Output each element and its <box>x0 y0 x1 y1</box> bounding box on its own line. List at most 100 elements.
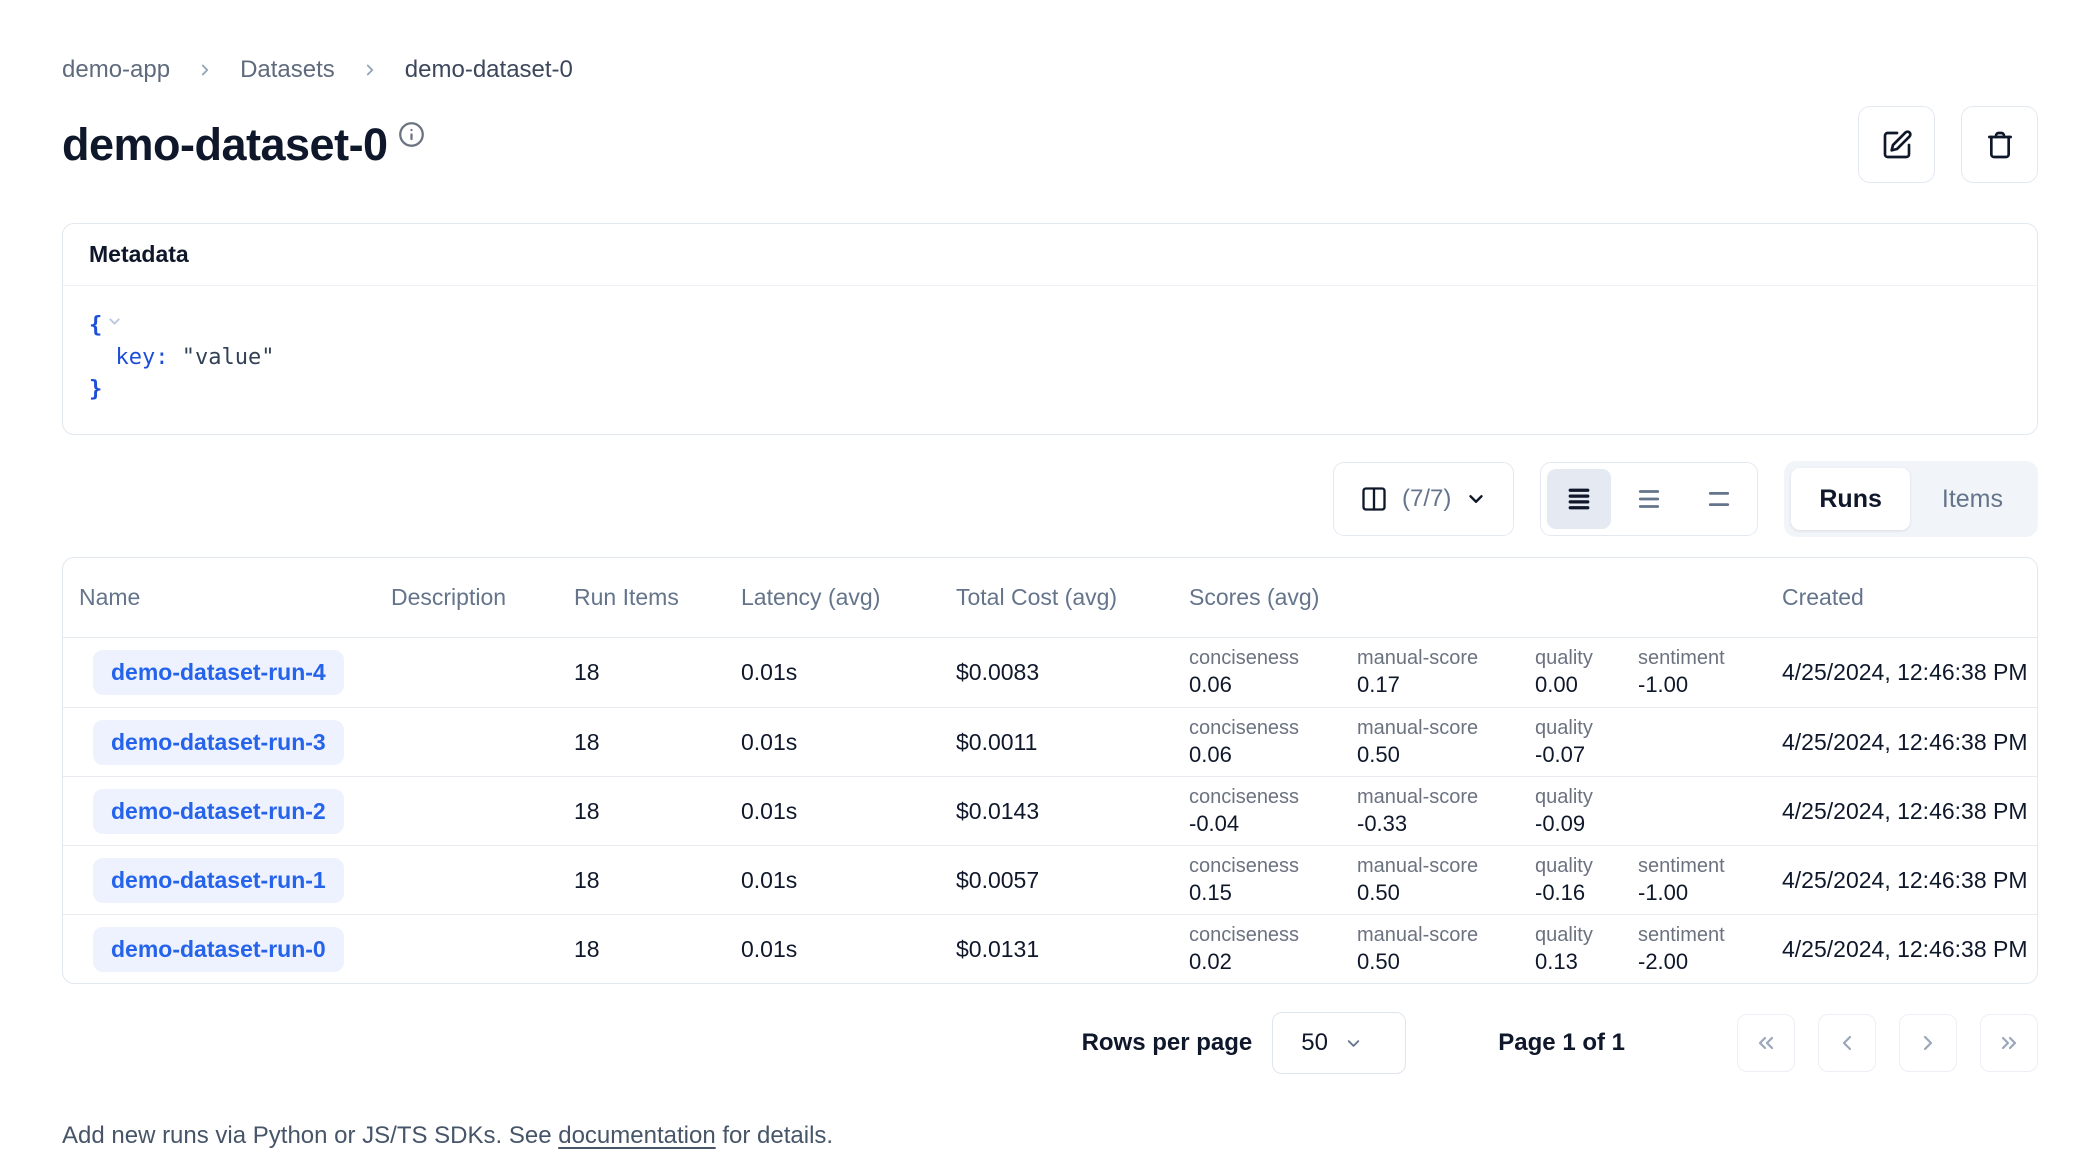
trash-icon <box>1984 129 2016 161</box>
last-page-button[interactable] <box>1980 1014 2038 1072</box>
runs-table: Name Description Run Items Latency (avg)… <box>62 557 2038 984</box>
table-row[interactable]: demo-dataset-run-4 18 0.01s $0.0083 conc… <box>63 638 2037 707</box>
metadata-panel-title: Metadata <box>63 224 2037 286</box>
title-actions <box>1858 106 2038 183</box>
row-height-large-button[interactable] <box>1687 469 1751 529</box>
score-label: conciseness <box>1189 924 1347 946</box>
run-items-cell: 18 <box>574 936 741 963</box>
score-chip: conciseness0.06 <box>1189 717 1357 767</box>
column-header-name: Name <box>63 584 391 611</box>
table-row[interactable]: demo-dataset-run-2 18 0.01s $0.0143 conc… <box>63 776 2037 845</box>
breadcrumb-item-current[interactable]: demo-dataset-0 <box>405 56 573 84</box>
chevrons-left-icon <box>1754 1031 1778 1055</box>
run-name-link[interactable]: demo-dataset-run-3 <box>93 720 344 765</box>
score-value: -1.00 <box>1638 672 1758 697</box>
score-label: manual-score <box>1357 924 1525 946</box>
run-name-link[interactable]: demo-dataset-run-4 <box>93 650 344 695</box>
created-cell: 4/25/2024, 12:46:38 PM <box>1768 867 2037 894</box>
score-chip: manual-score-0.33 <box>1357 786 1535 836</box>
table-row[interactable]: demo-dataset-run-0 18 0.01s $0.0131 conc… <box>63 914 2037 983</box>
first-page-button[interactable] <box>1737 1014 1795 1072</box>
rows-per-page-value: 50 <box>1301 1029 1328 1057</box>
score-label: manual-score <box>1357 647 1525 669</box>
column-header-run-items: Run Items <box>574 584 741 611</box>
score-value: 0.06 <box>1189 672 1347 697</box>
run-items-cell: 18 <box>574 729 741 756</box>
info-icon[interactable] <box>398 121 425 148</box>
run-items-cell: 18 <box>574 867 741 894</box>
documentation-link[interactable]: documentation <box>558 1122 715 1149</box>
row-height-medium-button[interactable] <box>1617 469 1681 529</box>
chevron-right-icon <box>361 61 379 79</box>
table-row[interactable]: demo-dataset-run-1 18 0.01s $0.0057 conc… <box>63 845 2037 914</box>
json-line-open: { <box>89 308 2011 342</box>
sdk-hint-prefix: Add new runs via Python or JS/TS SDKs. S… <box>62 1122 558 1149</box>
json-open-brace: { <box>89 313 102 338</box>
json-line-kv: key: "value" <box>89 342 2011 374</box>
run-name-link[interactable]: demo-dataset-run-2 <box>93 789 344 834</box>
rows-per-page-select[interactable]: 50 <box>1272 1012 1406 1074</box>
table-row[interactable]: demo-dataset-run-3 18 0.01s $0.0011 conc… <box>63 707 2037 776</box>
scores-cell: conciseness 0.06 manual-score 0.17 quality0.… <box>1179 647 1768 697</box>
edit-icon <box>1881 129 1913 161</box>
run-items-cell: 18 <box>574 659 741 686</box>
score-chip: manual-score0.50 <box>1357 855 1535 905</box>
score-value: 0.17 <box>1357 672 1525 697</box>
score-label: conciseness <box>1189 647 1347 669</box>
created-cell: 4/25/2024, 12:46:38 PM <box>1768 798 2037 825</box>
score-value: 0.15 <box>1189 880 1347 905</box>
json-collapse-caret-icon[interactable] <box>106 311 123 336</box>
score-chip: quality-0.09 <box>1535 786 1638 836</box>
score-label: quality <box>1535 855 1628 877</box>
created-cell: 4/25/2024, 12:46:38 PM <box>1768 659 2037 686</box>
chevrons-right-icon <box>1997 1031 2021 1055</box>
score-value: -0.33 <box>1357 811 1525 836</box>
score-value: 0.50 <box>1357 949 1525 974</box>
score-chip: manual-score0.50 <box>1357 717 1535 767</box>
score-label: quality <box>1535 647 1628 669</box>
score-chip: conciseness 0.15 <box>1189 855 1357 905</box>
total-cost-cell: $0.0143 <box>956 798 1179 825</box>
row-height-toggle-group <box>1540 462 1758 536</box>
score-value: -2.00 <box>1638 949 1758 974</box>
score-chip: manual-score 0.50 <box>1357 924 1535 974</box>
column-header-latency: Latency (avg) <box>741 584 956 611</box>
row-height-small-button[interactable] <box>1547 469 1611 529</box>
rows-per-page-label: Rows per page <box>1082 1029 1253 1057</box>
delete-dataset-button[interactable] <box>1961 106 2038 183</box>
tab-items[interactable]: Items <box>1914 468 2031 530</box>
score-label: conciseness <box>1189 855 1347 877</box>
runs-items-tabs: Runs Items <box>1784 461 2038 537</box>
previous-page-button[interactable] <box>1818 1014 1876 1072</box>
column-visibility-button[interactable]: (7/7) <box>1333 462 1514 536</box>
rows-sparse-icon <box>1704 484 1734 514</box>
score-value: 0.02 <box>1189 949 1347 974</box>
run-name-link[interactable]: demo-dataset-run-1 <box>93 858 344 903</box>
column-header-scores: Scores (avg) <box>1179 584 1768 611</box>
table-header-row: Name Description Run Items Latency (avg)… <box>63 558 2037 638</box>
run-name-link[interactable]: demo-dataset-run-0 <box>93 927 344 972</box>
column-header-total-cost: Total Cost (avg) <box>956 584 1179 611</box>
tab-runs[interactable]: Runs <box>1791 468 1910 530</box>
next-page-button[interactable] <box>1899 1014 1957 1072</box>
edit-dataset-button[interactable] <box>1858 106 1935 183</box>
scores-cell: conciseness0.06manual-score0.50quality-0… <box>1179 717 1768 767</box>
latency-cell: 0.01s <box>741 936 956 963</box>
sdk-hint: Add new runs via Python or JS/TS SDKs. S… <box>62 1122 2038 1150</box>
score-value: -0.04 <box>1189 811 1347 836</box>
score-label: sentiment <box>1638 855 1758 877</box>
score-chip: quality-0.16 <box>1535 855 1638 905</box>
breadcrumb-item-project[interactable]: demo-app <box>62 56 170 84</box>
score-chip: conciseness-0.04 <box>1189 786 1357 836</box>
scores-cell: conciseness 0.02 manual-score 0.50quality 0.… <box>1179 924 1768 974</box>
rows-dense-icon <box>1564 484 1594 514</box>
score-chip: quality0.00 <box>1535 647 1638 697</box>
score-label: quality <box>1535 924 1628 946</box>
run-items-cell: 18 <box>574 798 741 825</box>
table-body: demo-dataset-run-4 18 0.01s $0.0083 conc… <box>63 638 2037 983</box>
created-cell: 4/25/2024, 12:46:38 PM <box>1768 729 2037 756</box>
breadcrumb-item-datasets[interactable]: Datasets <box>240 56 335 84</box>
chevron-down-icon <box>1344 1034 1363 1053</box>
score-chip: sentiment-2.00 <box>1638 924 1768 974</box>
score-label: quality <box>1535 786 1628 808</box>
